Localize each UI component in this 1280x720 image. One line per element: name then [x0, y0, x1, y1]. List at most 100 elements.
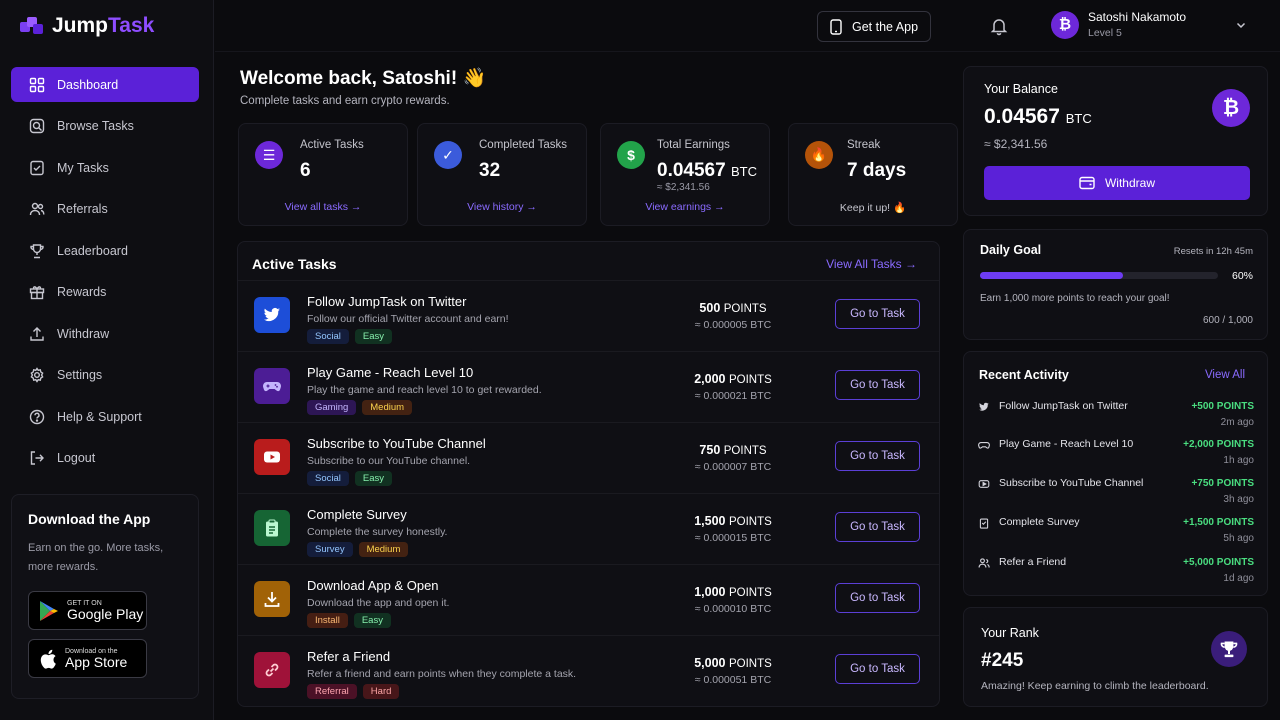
- task-row: Subscribe to YouTube Channel Subscribe to…: [238, 422, 939, 493]
- gift-icon: [29, 284, 45, 300]
- task-title: Play Game - Reach Level 10: [307, 365, 474, 380]
- task-row: Complete Survey Complete the survey hones…: [238, 493, 939, 564]
- view-history-link[interactable]: View history →: [418, 201, 586, 213]
- sidebar-item-dashboard[interactable]: Dashboard: [11, 67, 199, 102]
- help-icon: [29, 409, 45, 425]
- task-points: 500 POINTS: [699, 301, 767, 315]
- clipboard-icon: [254, 510, 290, 546]
- task-title: Refer a Friend: [307, 649, 391, 664]
- view-all-tasks-button[interactable]: View All Tasks →: [826, 257, 917, 271]
- active-tasks-title: Active Tasks: [252, 256, 337, 272]
- gear-icon: [29, 367, 45, 383]
- app-root: JumpTask Dashboard Browse Tasks My Tasks…: [0, 0, 1280, 720]
- task-tag: Easy: [354, 471, 392, 486]
- youtube-icon: [978, 478, 990, 490]
- stat-card-streak: 🔥 Streak 7 days Keep it up! 🔥: [788, 123, 958, 226]
- task-title: Follow JumpTask on Twitter: [307, 294, 467, 309]
- sidebar-nav: Dashboard Browse Tasks My Tasks Referral…: [11, 67, 199, 482]
- go-to-task-button[interactable]: Go to Task: [835, 583, 920, 613]
- task-tag: Survey: [307, 542, 353, 557]
- list-icon: ☰: [255, 141, 283, 169]
- go-to-task-button[interactable]: Go to Task: [835, 370, 920, 400]
- bell-icon[interactable]: [989, 16, 1009, 36]
- sidebar-item-label: Browse Tasks: [57, 119, 134, 133]
- task-tag: Easy: [353, 613, 391, 628]
- task-tags: Social Easy: [307, 329, 392, 344]
- grid-icon: [29, 77, 45, 93]
- chevron-down-icon[interactable]: [1235, 19, 1247, 31]
- task-tag: Medium: [362, 400, 413, 415]
- fire-icon: 🔥: [805, 141, 833, 169]
- sidebar-item-label: Help & Support: [57, 409, 142, 424]
- view-all-tasks-link[interactable]: View all tasks →: [239, 201, 407, 213]
- activity-item: Refer a Friend +5,000 POINTS 1d ago: [978, 556, 1254, 594]
- task-description: Download the app and open it.: [307, 597, 450, 609]
- gamepad-icon: [978, 439, 990, 451]
- streak-message: Keep it up! 🔥: [839, 202, 907, 214]
- page-subtitle: Complete tasks and earn crypto rewards.: [240, 95, 450, 107]
- sidebar-item-my-tasks[interactable]: My Tasks: [11, 150, 199, 185]
- link-icon: [254, 652, 290, 688]
- task-btc-value: ≈ 0.000021 BTC: [694, 390, 772, 402]
- activity-time: 3h ago: [1223, 494, 1254, 505]
- activity-name: Follow JumpTask on Twitter: [999, 400, 1128, 412]
- withdraw-button[interactable]: Withdraw: [984, 166, 1250, 200]
- go-to-task-button[interactable]: Go to Task: [835, 299, 920, 329]
- balance-label: Your Balance: [984, 82, 1058, 96]
- task-description: Subscribe to our YouTube channel.: [307, 455, 471, 467]
- view-earnings-link[interactable]: View earnings →: [601, 201, 769, 213]
- task-description: Play the game and reach level 10 to get …: [307, 384, 542, 396]
- apple-icon: [40, 649, 56, 669]
- task-row: Download App & Open Download the app and …: [238, 564, 939, 635]
- google-play-button[interactable]: GET IT ON Google Play: [28, 591, 147, 630]
- sidebar-item-leaderboard[interactable]: Leaderboard: [11, 233, 199, 268]
- google-play-icon: [40, 600, 58, 621]
- sidebar-item-help-support[interactable]: Help & Support: [11, 399, 199, 434]
- activity-time: 1h ago: [1223, 455, 1254, 466]
- daily-goal-percent: 60%: [1231, 270, 1253, 282]
- rank-label: Your Rank: [981, 626, 1039, 640]
- activity-time: 2m ago: [1220, 417, 1254, 428]
- sidebar-item-browse-tasks[interactable]: Browse Tasks: [11, 109, 199, 144]
- sidebar-item-label: Rewards: [57, 285, 107, 299]
- daily-goal-card: Daily Goal Resets in 12h 45m 60% Earn 1,…: [963, 229, 1268, 340]
- download-app-title: Download the App: [28, 511, 151, 527]
- task-tag: Referral: [307, 684, 357, 699]
- sidebar-item-referrals[interactable]: Referrals: [11, 192, 199, 227]
- task-tag: Gaming: [307, 400, 357, 415]
- sidebar: JumpTask Dashboard Browse Tasks My Tasks…: [0, 0, 214, 720]
- task-points: 750 POINTS: [699, 443, 767, 457]
- activity-item: Follow JumpTask on Twitter +500 POINTS 2m …: [978, 400, 1254, 438]
- go-to-task-button[interactable]: Go to Task: [835, 441, 920, 471]
- trophy-icon: [29, 243, 45, 259]
- logo[interactable]: JumpTask: [20, 14, 154, 38]
- sidebar-item-label: Dashboard: [57, 77, 119, 92]
- sidebar-item-label: Logout: [57, 451, 96, 465]
- sidebar-item-logout[interactable]: Logout: [11, 441, 199, 476]
- view-all-activity-button[interactable]: View All: [1205, 369, 1245, 381]
- activity-points: +2,000 POINTS: [1183, 439, 1254, 450]
- sidebar-item-settings[interactable]: Settings: [11, 358, 199, 393]
- activity-name: Complete Survey: [999, 516, 1080, 528]
- go-to-task-button[interactable]: Go to Task: [835, 512, 920, 542]
- sidebar-item-withdraw[interactable]: Withdraw: [11, 316, 199, 351]
- page-title: Welcome back, Satoshi! 👋: [240, 68, 487, 89]
- go-to-task-button[interactable]: Go to Task: [835, 654, 920, 684]
- task-tags: Social Easy: [307, 471, 392, 486]
- task-tags: Referral Hard: [307, 684, 400, 699]
- get-app-button[interactable]: Get the App: [817, 11, 931, 42]
- task-tag: Install: [307, 613, 348, 628]
- activity-time: 1d ago: [1223, 573, 1254, 584]
- sidebar-item-rewards[interactable]: Rewards: [11, 275, 199, 310]
- sidebar-item-label: My Tasks: [57, 160, 109, 175]
- task-title: Complete Survey: [307, 507, 407, 522]
- rank-card: Your Rank #245 Amazing! Keep earning to …: [963, 607, 1268, 707]
- download-icon: [254, 581, 290, 617]
- app-store-button[interactable]: Download on the App Store: [28, 639, 147, 678]
- upload-icon: [29, 326, 45, 342]
- stat-sub-usd: ≈ $2,341.56: [657, 182, 710, 193]
- user-menu[interactable]: ₿ Satoshi Nakamoto Level 5: [1051, 10, 1186, 39]
- activity-item: Complete Survey +1,500 POINTS 5h ago: [978, 516, 1254, 554]
- avatar: ₿: [1051, 10, 1079, 39]
- twitter-icon: [254, 297, 290, 333]
